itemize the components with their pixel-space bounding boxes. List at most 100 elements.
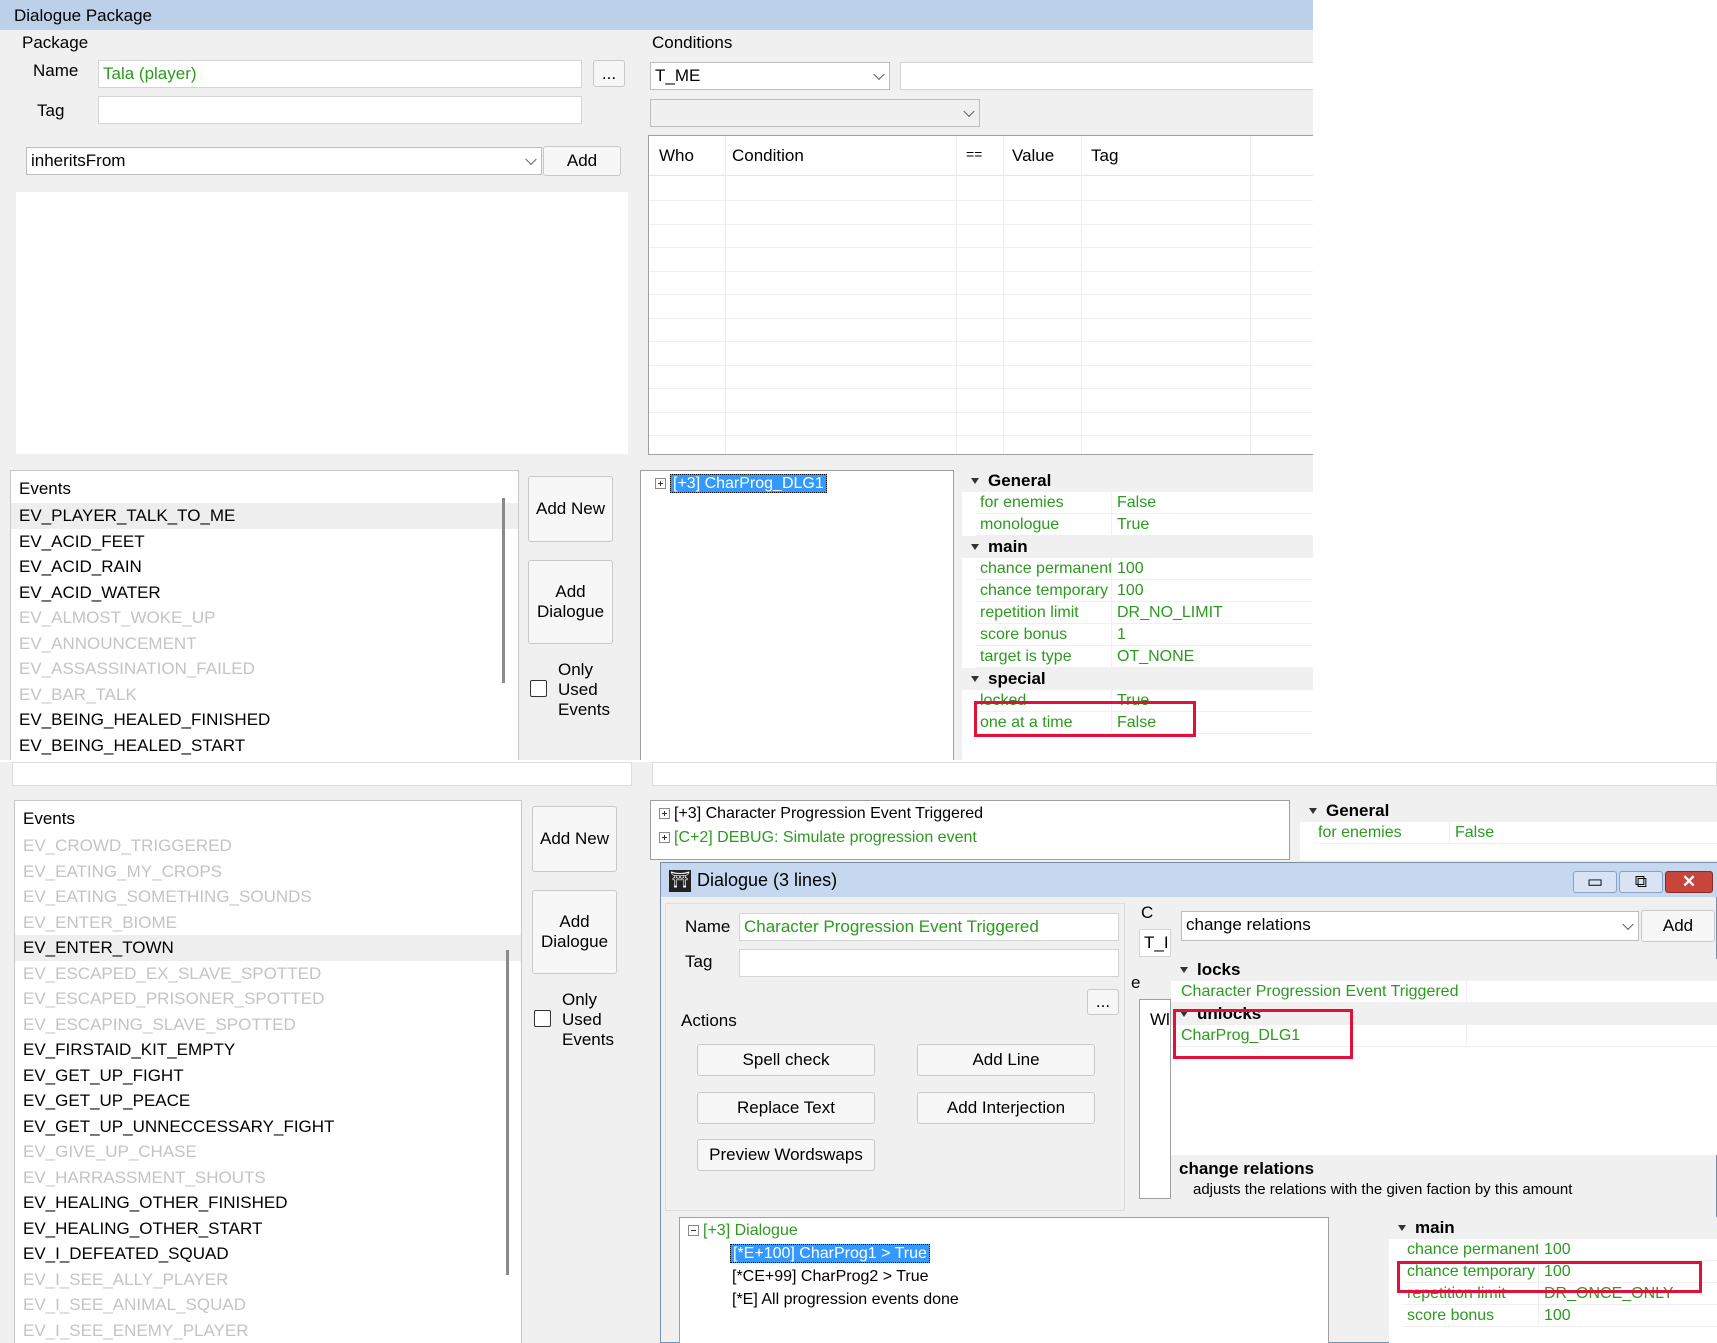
tree-node[interactable]: [C+2] DEBUG: Simulate progression event — [659, 829, 977, 847]
events-scrollbar[interactable] — [506, 950, 509, 1275]
condition-value-input[interactable] — [900, 62, 1313, 90]
expand-icon[interactable] — [659, 808, 670, 820]
event-item[interactable]: EV_EATING_SOMETHING_SOUNDS — [15, 884, 521, 910]
property-row[interactable]: Character Progression Event Triggered — [1171, 981, 1717, 1003]
inherits-add-button[interactable]: Add — [543, 146, 621, 176]
event-item[interactable]: EV_ESCAPED_EX_SLAVE_SPOTTED — [15, 961, 521, 987]
condition-type-combo[interactable]: T_ME — [650, 62, 890, 90]
event-item[interactable]: EV_BEING_HEALED_FINISHED — [11, 707, 518, 733]
property-row[interactable]: score bonus 1 — [976, 624, 1313, 646]
collapse-icon[interactable] — [688, 1225, 699, 1237]
condition-sub-combo[interactable] — [650, 99, 980, 127]
effect-add-button[interactable]: Add — [1641, 910, 1715, 942]
top-property-grid[interactable]: General for enemies False monologue True ma… — [962, 470, 1313, 760]
event-item[interactable]: EV_I_SEE_ENEMY_PLAYER — [15, 1318, 521, 1343]
event-item[interactable]: EV_GET_UP_PEACE — [15, 1088, 521, 1114]
spell-check-button[interactable]: Spell check — [697, 1044, 875, 1076]
name-input[interactable]: Tala (player) — [98, 60, 582, 88]
bottom-events-list[interactable]: Events EV_CROWD_TRIGGERED EV_EATING_MY_CR… — [14, 800, 522, 1343]
event-item[interactable]: EV_ENTER_TOWN — [15, 935, 521, 961]
add-new-button[interactable]: Add New — [532, 806, 617, 872]
tree-line[interactable]: [*E+100] CharProg1 > True — [730, 1244, 930, 1263]
event-item[interactable]: EV_EATING_MY_CROPS — [15, 859, 521, 885]
tag-input[interactable] — [98, 96, 582, 124]
event-item[interactable]: EV_PLAYER_TALK_TO_ME — [11, 503, 518, 529]
tree-node[interactable]: [+3] CharProg_DLG1 — [655, 474, 827, 493]
property-row[interactable]: chance permanent 100 — [1403, 1239, 1717, 1261]
tree-root[interactable]: [+3] Dialogue — [688, 1222, 798, 1240]
maximize-button[interactable]: ⧉ — [1619, 871, 1663, 893]
event-item[interactable]: EV_HEALING_OTHER_START — [15, 1216, 521, 1242]
conditions-partial-grid[interactable]: Wl — [1139, 999, 1171, 1199]
expand-icon[interactable] — [655, 478, 666, 490]
event-item[interactable]: EV_I_DEFEATED_SQUAD — [15, 1241, 521, 1267]
event-item[interactable]: EV_CROWD_TRIGGERED — [15, 833, 521, 859]
event-item[interactable]: EV_GET_UP_UNNECCESSARY_FIGHT — [15, 1114, 521, 1140]
event-item[interactable]: EV_GIVE_UP_CHASE — [15, 1139, 521, 1165]
property-row[interactable]: repetition limit DR_ONCE_ONLY — [1403, 1283, 1717, 1305]
tree-line[interactable]: [*E] All progression events done — [732, 1291, 959, 1309]
property-row[interactable]: locked True — [976, 690, 1313, 712]
property-row[interactable]: chance temporary 100 — [976, 580, 1313, 602]
effects-property-grid[interactable]: locks Character Progression Event Trigge… — [1171, 959, 1717, 1155]
category-special[interactable]: special — [962, 668, 1313, 690]
inherits-list[interactable] — [16, 192, 628, 454]
preview-wordswaps-button[interactable]: Preview Wordswaps — [697, 1139, 875, 1171]
conditions-partial-combo[interactable]: T_I — [1139, 929, 1171, 957]
lines-tree[interactable]: [+3] Dialogue [*E+100] CharProg1 > True … — [679, 1217, 1329, 1343]
conditions-grid[interactable]: Who Condition == Value Tag — [648, 135, 1313, 455]
add-new-button[interactable]: Add New — [528, 476, 613, 542]
event-item[interactable]: EV_BAR_TALK — [11, 682, 518, 708]
dialogue-tag-input[interactable] — [739, 949, 1119, 977]
bottom-dialogue-tree[interactable]: [+3] Character Progression Event Trigger… — [650, 800, 1290, 860]
add-line-button[interactable]: Add Line — [917, 1044, 1095, 1076]
event-item[interactable]: EV_ACID_FEET — [11, 529, 518, 555]
effect-type-combo[interactable]: change relations — [1181, 911, 1639, 941]
tree-node[interactable]: [+3] Character Progression Event Trigger… — [659, 805, 983, 823]
tree-line[interactable]: [*CE+99] CharProg2 > True — [732, 1268, 929, 1286]
property-row[interactable]: for enemies False — [976, 492, 1313, 514]
expand-icon[interactable] — [659, 832, 670, 844]
property-row[interactable]: chance temporary 100 — [1403, 1261, 1717, 1283]
event-item[interactable]: EV_ASSASSINATION_FAILED — [11, 656, 518, 682]
minimize-button[interactable]: ▭ — [1573, 871, 1617, 893]
events-scrollbar[interactable] — [502, 498, 505, 683]
category-main[interactable]: main — [962, 536, 1313, 558]
only-used-checkbox[interactable] — [530, 680, 547, 697]
category-general[interactable]: General — [1300, 800, 1717, 822]
dialogue-browse-button[interactable]: ... — [1087, 989, 1119, 1015]
event-item[interactable]: EV_ACID_WATER — [11, 580, 518, 606]
top-dialogue-tree[interactable]: [+3] CharProg_DLG1 — [640, 470, 954, 760]
event-item[interactable]: EV_ESCAPING_SLAVE_SPOTTED — [15, 1012, 521, 1038]
event-item[interactable]: EV_FIRSTAID_KIT_EMPTY — [15, 1037, 521, 1063]
category-general[interactable]: General — [962, 470, 1313, 492]
event-item[interactable]: EV_ESCAPED_PRISONER_SPOTTED — [15, 986, 521, 1012]
replace-text-button[interactable]: Replace Text — [697, 1092, 875, 1124]
close-button[interactable]: ✕ — [1665, 871, 1713, 893]
add-dialogue-button[interactable]: Add Dialogue — [528, 560, 613, 644]
event-item[interactable]: EV_I_SEE_ALLY_PLAYER — [15, 1267, 521, 1293]
event-item[interactable]: EV_BEING_HEALED_START — [11, 733, 518, 759]
event-item[interactable]: EV_ENTER_BIOME — [15, 910, 521, 936]
category-unlocks[interactable]: unlocks — [1171, 1003, 1717, 1025]
property-row[interactable]: repetition limit DR_NO_LIMIT — [976, 602, 1313, 624]
add-dialogue-button[interactable]: Add Dialogue — [532, 890, 617, 974]
property-row[interactable]: chance permanent 100 — [976, 558, 1313, 580]
event-item[interactable]: EV_HEALING_OTHER_FINISHED — [15, 1190, 521, 1216]
event-item[interactable]: EV_ACID_RAIN — [11, 554, 518, 580]
only-used-checkbox[interactable] — [534, 1010, 551, 1027]
dialogue-name-input[interactable]: Character Progression Event Triggered — [739, 913, 1119, 941]
event-item[interactable]: EV_GET_UP_FIGHT — [15, 1063, 521, 1089]
event-item[interactable]: EV_ALMOST_WOKE_UP — [11, 605, 518, 631]
browse-button[interactable]: ... — [593, 60, 625, 87]
event-item[interactable]: EV_I_SEE_ANIMAL_SQUAD — [15, 1292, 521, 1318]
event-item[interactable]: EV_HARRASSMENT_SHOUTS — [15, 1165, 521, 1191]
property-row[interactable]: for enemies False — [1314, 822, 1717, 844]
property-row[interactable]: one at a time False — [976, 712, 1313, 734]
property-row[interactable]: target is type OT_NONE — [976, 646, 1313, 668]
property-row[interactable]: score bonus 100 — [1403, 1305, 1717, 1327]
inherits-from-combo[interactable]: inheritsFrom — [26, 147, 542, 175]
add-interjection-button[interactable]: Add Interjection — [917, 1092, 1095, 1124]
event-item[interactable]: EV_ANNOUNCEMENT — [11, 631, 518, 657]
bottom-property-grid[interactable]: General for enemies False — [1300, 800, 1717, 860]
